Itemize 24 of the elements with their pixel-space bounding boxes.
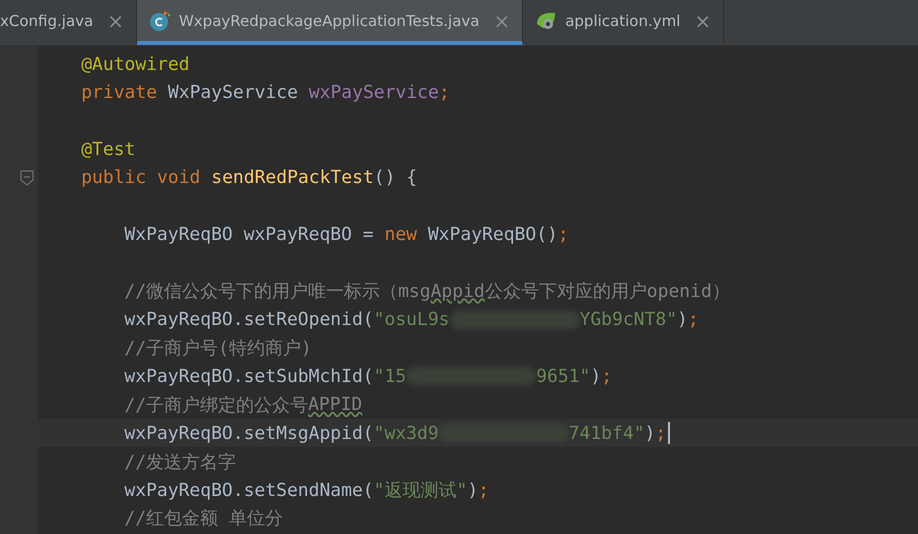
code-text: wxPayReqBO.setReOpenid("osuL9s [124,309,450,330]
code-text: private WxPayService wxPayService; [81,82,450,104]
code-text: wxPayReqBO.setMsgAppid("wx3d9 [124,422,439,444]
code-text: //红包金额 单位分 [124,507,283,530]
code-text: @Autowired [81,54,190,75]
code-text: YGb9cNT8"); [580,309,699,330]
code-text: wxPayReqBO.setSendName("返现测试"); [124,478,490,502]
code-text: @Test [81,138,136,160]
fold-icon[interactable] [20,170,34,186]
code-text: wxPayReqBO.setSubMchId("15 [124,366,406,387]
editor-tab[interactable]: application.yml × [523,0,724,45]
code-text: 9651"); [536,366,612,387]
code-text: //发送方名字 [124,450,236,474]
code-text: //子商户绑定的公众号APPID [124,393,362,417]
close-icon[interactable]: × [493,8,510,32]
code-text: //子商户号(特约商户) [124,337,312,360]
editor-tab[interactable]: WxpayRedpackageApplicationTests.java × [136,0,524,45]
code-text: public void sendRedPackTest() { [81,167,418,188]
close-icon[interactable]: × [107,8,124,32]
code-text: 741bf4"); [568,422,670,444]
class-icon [148,10,171,32]
close-icon[interactable]: × [694,8,712,32]
code-text: WxPayReqBO wxPayReqBO = new WxPayReqBO(); [124,224,569,246]
code-text: //微信公众号下的用户唯一标示（msgAppid公众号下对应的用户openid） [124,280,730,304]
